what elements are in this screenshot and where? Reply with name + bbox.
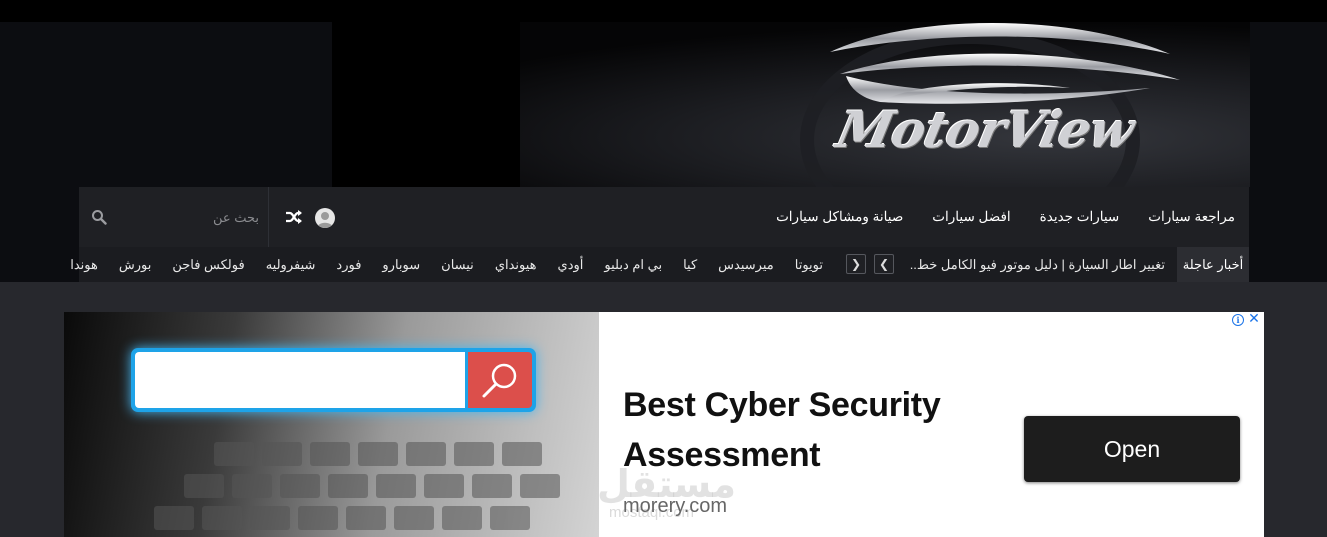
brand-item-honda[interactable]: هوندا [70,257,98,273]
search-icon[interactable] [91,209,107,225]
brand-item-bmw[interactable]: بي ام دبليو [604,257,662,273]
ad-info-icon[interactable]: i [1232,314,1244,326]
nav-menu: مراجعة سيارات سيارات جديدة افضل سيارات ص… [776,187,1235,247]
brand-item-subaru[interactable]: سوبارو [382,257,420,273]
brand-item-audi[interactable]: أودي [558,257,584,273]
ad-search-button-graphic [468,352,532,408]
ad-image-laptop[interactable] [64,312,599,537]
nav-item-car-reviews[interactable]: مراجعة سيارات [1148,209,1235,225]
magnifier-icon [482,363,517,398]
chevron-left-icon: ❮ [878,257,890,271]
breaking-news-bar: أخبار عاجلة تغيير اطار السيارة | دليل مو… [70,247,1249,282]
laptop-keyboard-graphic [154,442,560,530]
ad-open-button[interactable]: Open [1024,416,1240,482]
brand-item-toyota[interactable]: تويوتا [795,257,823,273]
ad-domain[interactable]: morery.com [623,495,727,518]
header-banner-dark-panel [332,22,520,187]
chevron-right-icon: ❯ [850,257,862,271]
breaking-news-headline[interactable]: تغيير اطار السيارة | دليل موتور فيو الكا… [905,247,1165,282]
breaking-news-label: أخبار عاجلة [1177,247,1249,282]
brand-item-ford[interactable]: فورد [336,257,361,273]
brand-item-mercedes[interactable]: ميرسيدس [718,257,774,273]
search-box [79,187,269,247]
nav-item-new-cars[interactable]: سيارات جديدة [1040,209,1120,225]
brand-item-kia[interactable]: كيا [683,257,697,273]
brand-item-chevrolet[interactable]: شيفروليه [266,257,316,273]
brand-menu: تويوتا ميرسيدس كيا بي ام دبليو أودي هيون… [70,247,823,282]
nav-tools [79,187,349,247]
user-avatar[interactable] [315,208,335,228]
brand-item-hyundai[interactable]: هيونداي [495,257,537,273]
nav-item-best-cars[interactable]: افضل سيارات [932,209,1010,225]
search-input[interactable] [115,207,259,227]
brand-item-volkswagen[interactable]: فولكس فاجن [172,257,244,273]
ad-search-field-graphic [135,352,465,408]
ticker-prev-button[interactable]: ❯ [846,254,866,274]
ad-close-icon[interactable]: ✕ [1247,312,1261,326]
advertisement[interactable]: Best Cyber Security Assessment مستقل mos… [64,312,1264,537]
main-navigation: مراجعة سيارات سيارات جديدة افضل سيارات ص… [79,187,1249,247]
user-icon [317,212,333,228]
nav-item-maintenance[interactable]: صيانة ومشاكل سيارات [776,209,903,225]
ad-search-bar-graphic [131,348,536,412]
brand-item-porsche[interactable]: بورش [119,257,151,273]
ticker-next-button[interactable]: ❮ [874,254,894,274]
shuffle-icon[interactable] [285,208,303,226]
brand-item-nissan[interactable]: نيسان [441,257,474,273]
site-logo[interactable]: MotorView [832,100,1139,159]
